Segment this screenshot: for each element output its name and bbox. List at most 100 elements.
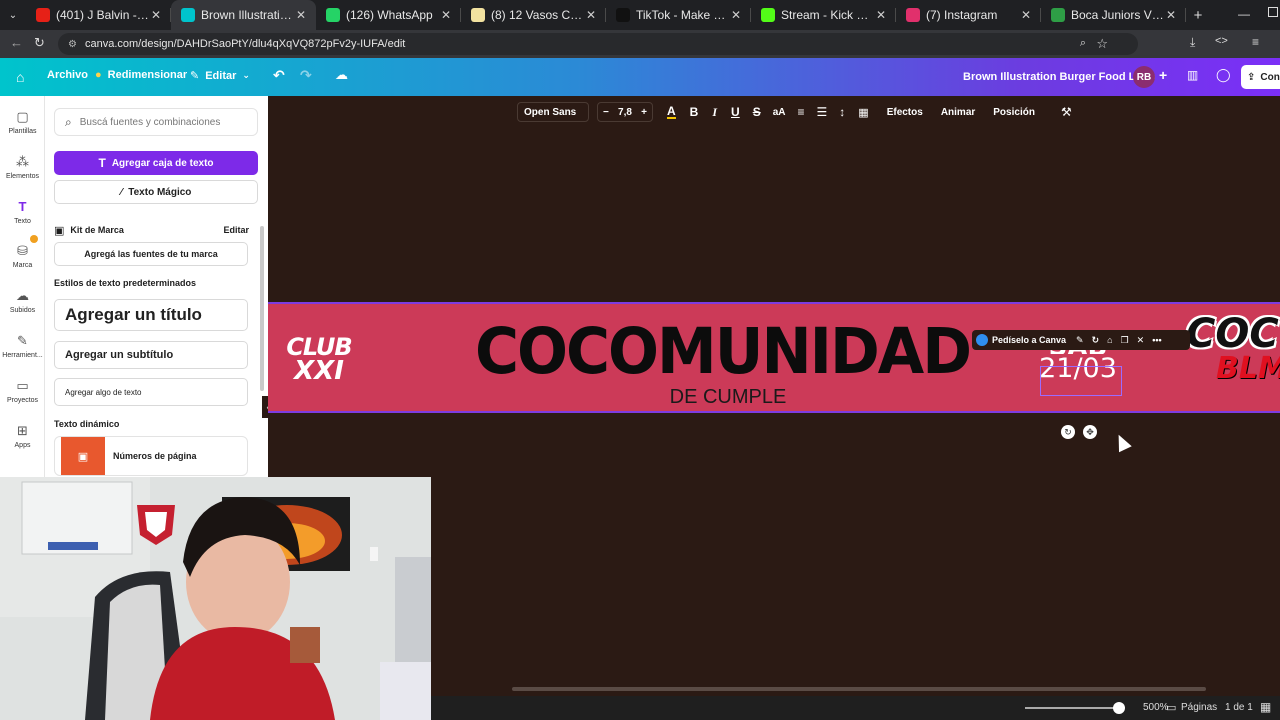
site-info-icon[interactable]: ⚙ (68, 39, 77, 50)
add-collaborator-icon[interactable]: + (1159, 67, 1167, 83)
nav-item-projects[interactable]: ▭ Proyectos (0, 378, 45, 404)
comment-icon[interactable]: ◯ (1216, 67, 1231, 83)
font-search-input[interactable]: ⌕ Buscá fuentes y combinaciones (54, 108, 258, 136)
right-logo[interactable]: COC BLM (1186, 314, 1280, 384)
page-numbers-card[interactable]: ▣ Números de página (54, 436, 248, 476)
text-color-icon[interactable]: A (667, 105, 676, 119)
add-textbox-button[interactable]: T Agregar caja de texto (54, 151, 258, 175)
devtools-icon[interactable]: <> (1215, 35, 1228, 47)
archivo-menu[interactable]: Archivo (47, 69, 88, 81)
close-tab-icon[interactable]: ✕ (584, 8, 598, 22)
browser-tab[interactable]: TikTok - Make Your Day✕ (606, 0, 751, 30)
tab-list-button[interactable]: ⌄ (0, 0, 26, 30)
transparency-icon[interactable]: ▦ (858, 106, 868, 119)
browser-tab[interactable]: (8) 12 Vasos Coco Sombr✕ (461, 0, 606, 30)
effects-button[interactable]: Efectos (887, 107, 923, 118)
close-tab-icon[interactable]: ✕ (439, 8, 453, 22)
zoom-icon[interactable]: ⌕ (1080, 37, 1086, 50)
insights-icon[interactable]: ▥ (1187, 68, 1198, 82)
zoom-value[interactable]: 500% (1143, 702, 1169, 713)
canvas-scrollbar[interactable] (512, 687, 1206, 691)
nav-item-uploads[interactable]: ☁ Subidos (0, 289, 45, 315)
close-tab-icon[interactable]: ✕ (1164, 8, 1178, 22)
minimize-button[interactable]: — (1238, 7, 1250, 21)
rotate-handle[interactable]: ↻ (1061, 425, 1075, 439)
browser-tab[interactable]: (7) Instagram ✕ (896, 0, 1041, 30)
reload-icon[interactable]: ↻ (34, 35, 45, 51)
list-icon[interactable]: ☰ (817, 105, 828, 119)
nav-item-elements[interactable]: ⁂ Elementos (0, 154, 45, 180)
nav-item-brand[interactable]: ⛁ Marca (0, 244, 45, 270)
replace-icon[interactable]: ↻ (1092, 335, 1100, 346)
nav-item-apps[interactable]: ⊞ Apps (0, 423, 45, 449)
spacing-icon[interactable]: ↕ (839, 105, 845, 119)
align-icon[interactable]: ≡ (798, 105, 805, 119)
reading-list-icon[interactable]: ≡ (1252, 35, 1259, 49)
browser-tab[interactable]: (126) WhatsApp ✕ (316, 0, 461, 30)
new-tab-icon[interactable]: + (1186, 7, 1210, 24)
bold-icon[interactable]: B (690, 105, 699, 119)
grid-view-icon[interactable]: ▦ (1260, 700, 1271, 714)
animate-button[interactable]: Animar (941, 107, 975, 118)
magic-text-button[interactable]: ⁄ Texto Mágico (54, 180, 258, 204)
tiktok-icon (616, 8, 630, 22)
italic-icon[interactable]: I (712, 105, 717, 120)
pages-button[interactable]: Páginas (1181, 702, 1217, 713)
brand-kit-edit-link[interactable]: Editar (223, 225, 249, 235)
home-icon[interactable]: ⌂ (16, 69, 24, 85)
magic-edit-icon[interactable]: ✎ (1076, 335, 1084, 346)
letter-case-icon[interactable]: aA (773, 107, 786, 118)
back-icon[interactable]: ← (10, 35, 23, 50)
delete-icon[interactable]: ✕ (1137, 335, 1145, 346)
club-xxi-logo[interactable]: CLUB XXI (273, 335, 365, 384)
browser-tab[interactable]: (401) J Balvin - Rio (Offici✕ (26, 0, 171, 30)
share-button[interactable]: ⇪ Con (1241, 65, 1280, 89)
resize-menu[interactable]: Redimensionar (108, 69, 187, 81)
add-body-button[interactable]: Agregar algo de texto (54, 378, 248, 406)
zoom-slider[interactable] (1025, 702, 1125, 714)
zoom-slider-thumb[interactable] (1113, 702, 1125, 714)
increase-size-icon[interactable]: + (641, 107, 647, 118)
underline-icon[interactable]: U (731, 105, 740, 119)
position-button[interactable]: Posición (993, 107, 1035, 118)
decrease-size-icon[interactable]: − (603, 107, 609, 118)
more-icon[interactable]: ••• (1152, 335, 1161, 345)
paint-format-icon[interactable]: ⚒ (1061, 105, 1072, 119)
close-tab-icon[interactable]: ✕ (1019, 8, 1033, 22)
undo-icon[interactable]: ↶ (273, 67, 285, 84)
url-field[interactable]: ⚙ canva.com/design/DAHDrSaoPtY/dlu4qXqVQ… (58, 33, 1138, 55)
event-banner[interactable]: CLUB XXI COCOMUNIDAD DE CUMPLE SAB 21/03… (268, 302, 1280, 413)
edit-menu[interactable]: Editar (205, 70, 236, 82)
lock-icon[interactable]: ⌂ (1107, 335, 1112, 345)
move-handle[interactable]: ✥ (1083, 425, 1097, 439)
browser-tab[interactable]: Stream - Kick Dashboard✕ (751, 0, 896, 30)
add-subtitle-button[interactable]: Agregar un subtítulo (54, 341, 248, 369)
strikethrough-icon[interactable]: S (753, 105, 761, 119)
brand-fonts-button[interactable]: Agregá las fuentes de tu marca (54, 242, 248, 266)
cocomunidad-title[interactable]: COCOMUNIDAD (460, 315, 985, 389)
de-cumple-subtitle[interactable]: DE CUMPLE (628, 386, 828, 408)
browser-tab[interactable]: Brown Illustration Burger✕ (171, 0, 316, 30)
design-title[interactable]: Brown Illustration Burger Food Logo (963, 71, 1155, 83)
duplicate-icon[interactable]: ❐ (1121, 335, 1129, 346)
browser-tab[interactable]: Boca Juniors Vs San Lore✕ (1041, 0, 1186, 30)
cloud-save-icon[interactable]: ☁ (335, 67, 348, 83)
close-tab-icon[interactable]: ✕ (729, 8, 743, 22)
close-tab-icon[interactable]: ✕ (874, 8, 888, 22)
font-size-stepper[interactable]: − 7,8 + (597, 102, 653, 122)
nav-item-tools[interactable]: ✎ Herramient... (0, 334, 45, 360)
avatar[interactable]: RB (1133, 66, 1155, 88)
redo-icon[interactable]: ↷ (300, 67, 312, 84)
bookmark-star-icon[interactable]: ☆ (1096, 36, 1108, 52)
restore-button[interactable] (1268, 7, 1278, 17)
close-tab-icon[interactable]: ✕ (294, 8, 308, 22)
panel-scrollbar[interactable] (260, 226, 264, 391)
nav-item-templates[interactable]: ▢ Plantillas (0, 110, 45, 136)
font-family-select[interactable]: Open Sans (517, 102, 589, 122)
ask-canva-button[interactable]: Pedíselo a Canva (992, 335, 1066, 345)
text-selection-box[interactable] (1040, 366, 1122, 396)
add-title-button[interactable]: Agregar un título (54, 299, 248, 331)
close-tab-icon[interactable]: ✕ (149, 8, 163, 22)
download-icon[interactable]: ⤓ (1190, 35, 1195, 50)
nav-item-text[interactable]: T Texto (0, 199, 45, 225)
